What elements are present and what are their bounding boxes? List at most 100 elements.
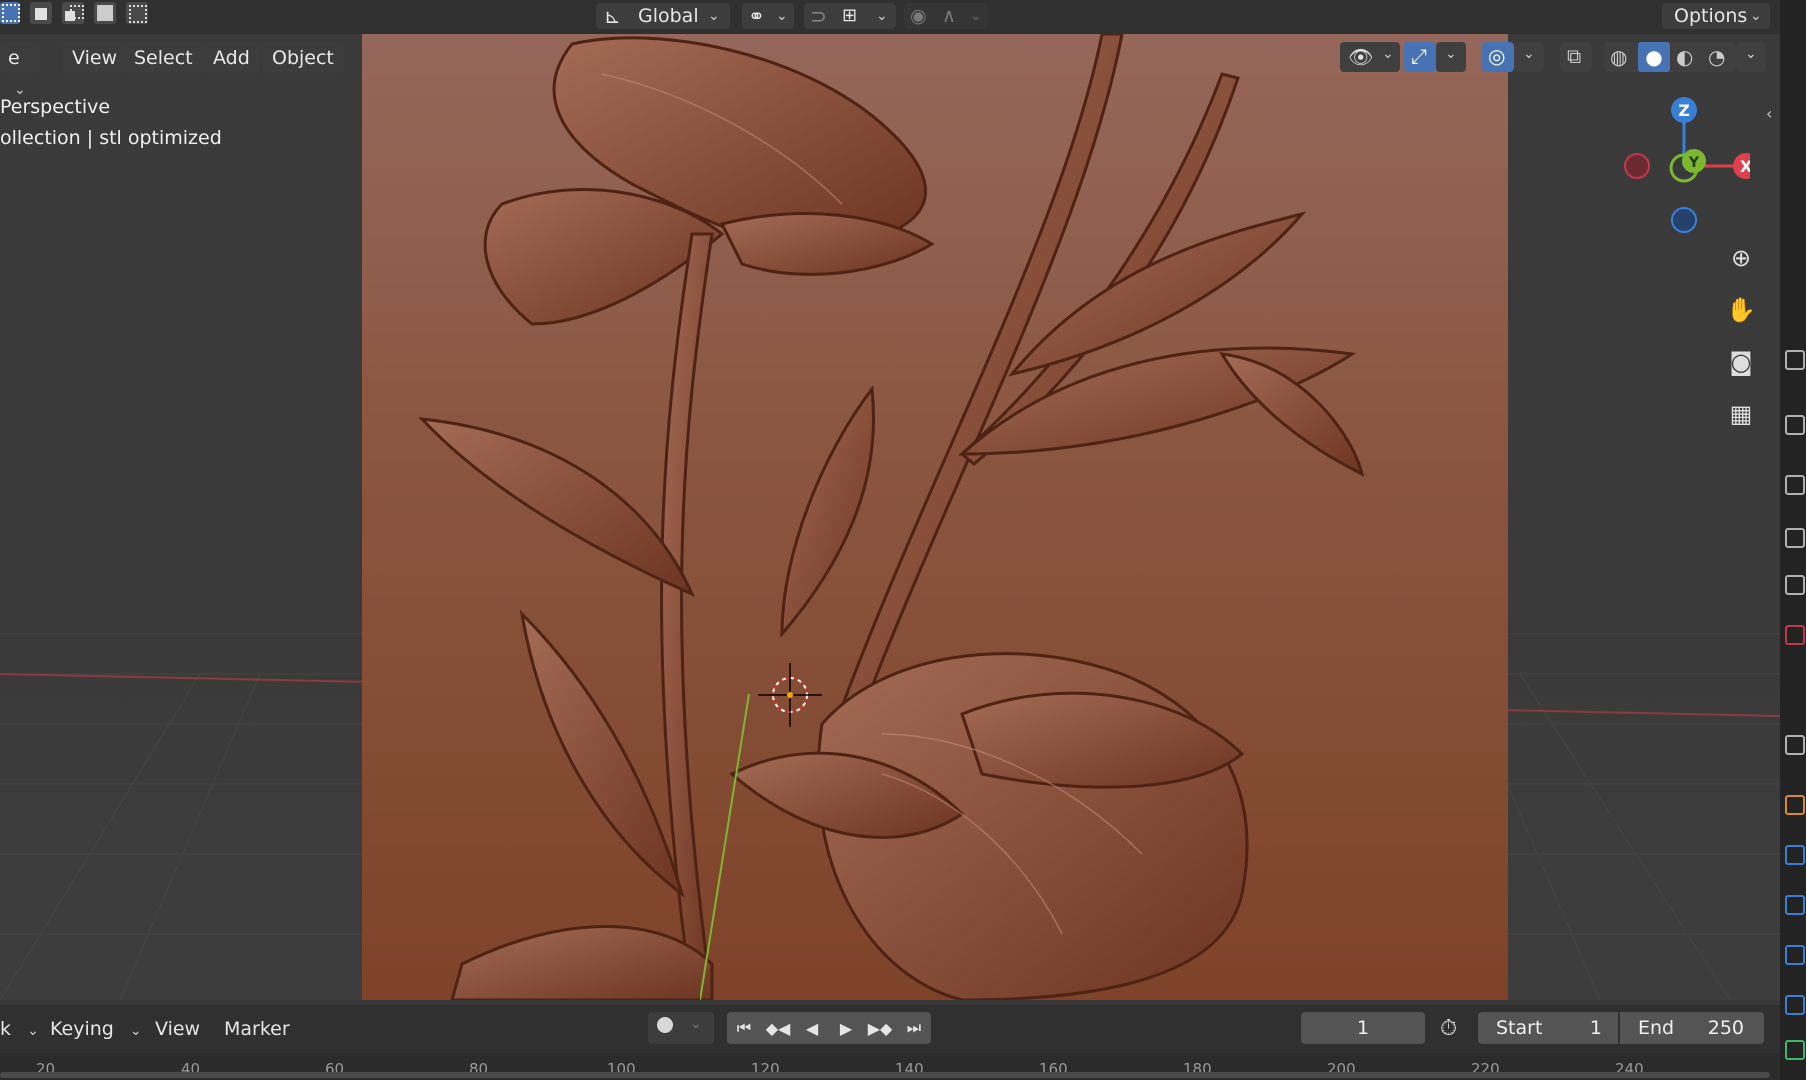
y-axis-line	[700, 693, 750, 1000]
options-dropdown[interactable]: Options ⌄	[1662, 3, 1770, 29]
3d-cursor[interactable]	[700, 650, 900, 1000]
chevron-down-icon: ⌄	[876, 8, 888, 24]
chevron-down-icon: ⌄	[1382, 46, 1394, 62]
select-menu[interactable]: Select	[124, 43, 203, 73]
object-menu[interactable]: Object	[262, 43, 344, 73]
start-label: Start	[1496, 1017, 1543, 1039]
start-frame-field[interactable]: Start 1	[1478, 1012, 1618, 1044]
stopwatch-icon[interactable]: ⏱	[1440, 1016, 1457, 1041]
start-value: 1	[1589, 1017, 1602, 1039]
object-tab-icon[interactable]	[1785, 795, 1805, 815]
chevron-down-icon: ⌄	[776, 8, 788, 24]
current-frame-field[interactable]: 1	[1301, 1012, 1425, 1044]
chevron-down-icon: ⌄	[1750, 8, 1762, 24]
record-icon	[657, 1017, 673, 1033]
view-layer-tab-icon[interactable]	[1785, 528, 1805, 548]
end-value: 250	[1707, 1017, 1744, 1039]
pivot-point-dropdown[interactable]: ⚭ ⌄	[742, 3, 794, 29]
timeline-view-menu[interactable]: View	[155, 1018, 200, 1040]
chevron-down-icon: ⌄	[690, 1016, 702, 1032]
play-reverse-button[interactable]: ◀	[795, 1012, 829, 1044]
select-subtract-mode-button[interactable]	[62, 2, 84, 24]
gizmo-dropdown[interactable]: ⌄	[1436, 42, 1466, 72]
solid-shading-icon[interactable]: ●	[1638, 42, 1670, 72]
proportional-edit-icon: ◉	[910, 5, 927, 27]
zoom-icon[interactable]: ⊕	[1721, 238, 1761, 278]
auto-keying-dropdown[interactable]: ⌄	[648, 1012, 714, 1044]
chevron-down-icon: ⌄	[129, 1023, 142, 1039]
snap-increment-icon: ⊞	[842, 5, 858, 26]
chevron-down-icon: ⌄	[1745, 46, 1757, 62]
options-label: Options	[1674, 5, 1748, 27]
falloff-curve-icon: ∧	[942, 5, 956, 27]
orientation-icon: ⊾	[604, 4, 621, 28]
orientation-label: Global	[638, 5, 699, 27]
gizmo-toggle-button[interactable]: ⤢	[1404, 42, 1436, 72]
tool-header: ⊾ Global ⌄ ⚭ ⌄ ⊃ ⊞ ⌄ ◉ ∧ ⌄ Options ⌄	[0, 0, 1780, 34]
add-menu[interactable]: Add	[203, 43, 260, 73]
shading-mode-group: ◍ ● ◐ ◔	[1604, 42, 1736, 72]
visibility-dropdown[interactable]: 👁 ⌄	[1340, 42, 1400, 72]
play-button[interactable]: ▶	[829, 1012, 863, 1044]
physics-tab-icon[interactable]	[1785, 945, 1805, 965]
sidebar-toggle-arrow-icon[interactable]: ‹	[1766, 104, 1772, 123]
particles-tab-icon[interactable]	[1785, 895, 1805, 915]
timeline-mode-dropdown[interactable]: k ⌄	[0, 1018, 39, 1040]
camera-icon[interactable]: ◙	[1721, 342, 1761, 382]
tool-tab-icon[interactable]	[1785, 350, 1805, 370]
render-tab-icon[interactable]	[1785, 415, 1805, 435]
proportional-editing-dropdown[interactable]: ◉ ∧ ⌄	[904, 3, 988, 29]
collection-info-label: ollection | stl optimized	[0, 127, 222, 149]
end-frame-field[interactable]: End 250	[1620, 1012, 1764, 1044]
xray-icon: ⧉	[1567, 44, 1582, 68]
marker-menu[interactable]: Marker	[224, 1018, 290, 1040]
snapping-dropdown[interactable]: ⊃ ⊞ ⌄	[804, 3, 896, 29]
gizmo-icon: ⤢	[1411, 44, 1427, 68]
constraints-tab-icon[interactable]	[1785, 995, 1805, 1015]
chevron-down-icon: ⌄	[1523, 46, 1535, 62]
relief-model[interactable]	[362, 34, 1508, 1000]
overlays-dropdown[interactable]: ⌄	[1514, 42, 1544, 72]
overlays-toggle-button[interactable]: ◎	[1482, 42, 1514, 72]
collection-tab-icon[interactable]	[1785, 735, 1805, 755]
scene-tab-icon[interactable]	[1785, 575, 1805, 595]
transform-orientation-dropdown[interactable]: ⊾ Global ⌄	[596, 3, 730, 29]
end-label: End	[1638, 1017, 1675, 1039]
timeline-scrollbar[interactable]	[0, 1072, 1770, 1078]
data-tab-icon[interactable]	[1785, 1040, 1805, 1060]
y-axis-label: Y	[1688, 155, 1700, 171]
mode-dropdown[interactable]: e ⌄	[0, 43, 40, 98]
jump-to-previous-keyframe-button[interactable]: ◆◀	[761, 1012, 795, 1044]
eye-icon: 👁	[1348, 45, 1374, 69]
rendered-shading-icon[interactable]: ◔	[1708, 45, 1725, 69]
chevron-down-icon: ⌄	[1445, 46, 1457, 62]
view-menu[interactable]: View	[62, 43, 128, 73]
select-difference-mode-button[interactable]	[94, 2, 116, 24]
shading-dropdown[interactable]: ⌄	[1736, 42, 1766, 72]
overlays-icon: ◎	[1488, 44, 1506, 68]
chevron-down-icon: ⌄	[708, 8, 720, 24]
xray-toggle-button[interactable]: ⧉	[1560, 42, 1592, 72]
navigation-gizmo[interactable]: Z X Y	[1610, 90, 1750, 240]
x-axis-line-left	[0, 673, 371, 683]
mode-label: e	[8, 47, 20, 69]
hand-icon[interactable]: ✋	[1721, 290, 1761, 330]
negative-x-axis-ball	[1624, 153, 1650, 179]
jump-to-next-keyframe-button[interactable]: ▶◆	[863, 1012, 897, 1044]
jump-to-end-button[interactable]: ⏭	[897, 1012, 931, 1044]
select-new-mode-button[interactable]	[0, 2, 20, 24]
jump-to-start-button[interactable]: ⏮	[727, 1012, 761, 1044]
magnet-icon: ⊃	[810, 4, 827, 28]
world-tab-icon[interactable]	[1785, 625, 1805, 645]
view-perspective-label: Perspective	[0, 96, 111, 118]
keying-dropdown[interactable]: Keying ⌄	[50, 1018, 142, 1040]
wireframe-shading-icon[interactable]: ◍	[1610, 45, 1627, 69]
modifier-tab-icon[interactable]	[1785, 845, 1805, 865]
select-intersect-mode-button[interactable]	[126, 2, 148, 24]
output-tab-icon[interactable]	[1785, 475, 1805, 495]
grid-icon[interactable]: ▦	[1721, 394, 1761, 434]
material-shading-icon[interactable]: ◐	[1676, 45, 1693, 69]
select-extend-mode-button[interactable]	[30, 2, 52, 24]
z-axis-label: Z	[1678, 101, 1690, 120]
link-icon: ⚭	[748, 4, 765, 28]
